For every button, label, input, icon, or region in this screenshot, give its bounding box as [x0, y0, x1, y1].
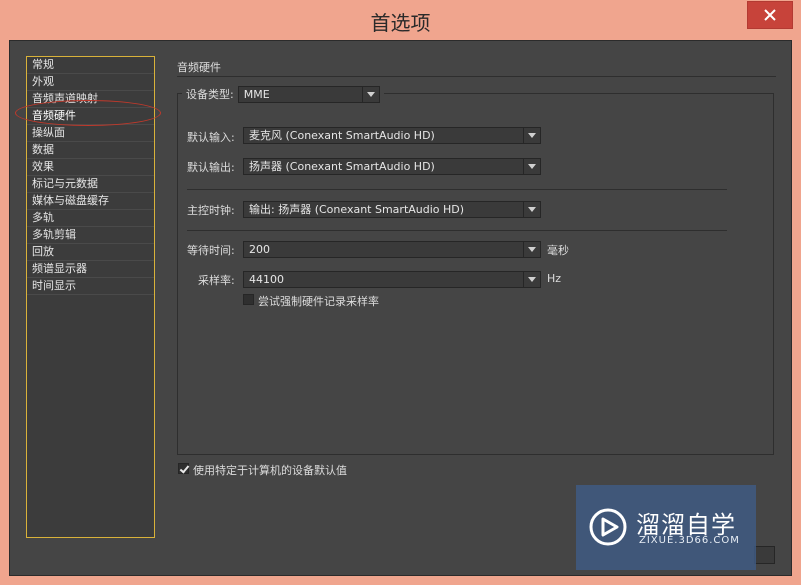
sample-rate-select[interactable]: 44100 [243, 271, 541, 288]
master-clock-value: 输出: 扬声器 (Conexant SmartAudio HD) [249, 203, 465, 216]
title-bar: 首选项 [0, 0, 801, 40]
sidebar-item-multitrack[interactable]: 多轨 [27, 210, 154, 227]
master-clock-label: 主控时钟: [187, 204, 235, 217]
latency-select[interactable]: 200 [243, 241, 541, 258]
sidebar-item-spectral-display[interactable]: 频谱显示器 [27, 261, 154, 278]
sidebar-item-audio-channel-mapping[interactable]: 音频声道映射 [27, 91, 154, 108]
use-defaults-checkbox[interactable] [178, 463, 189, 474]
chevron-down-icon [523, 202, 540, 217]
chevron-down-icon [523, 242, 540, 257]
sidebar-item-effects[interactable]: 效果 [27, 159, 154, 176]
default-input-select[interactable]: 麦克风 (Conexant SmartAudio HD) [243, 127, 541, 144]
sample-rate-unit: Hz [547, 272, 562, 285]
sample-rate-label: 采样率: [198, 274, 235, 287]
chevron-down-icon [523, 272, 540, 287]
latency-unit: 毫秒 [547, 244, 569, 257]
default-output-value: 扬声器 (Conexant SmartAudio HD) [249, 160, 435, 173]
device-type-select[interactable]: MME [237, 85, 380, 103]
group-divider [187, 189, 727, 190]
group-divider [187, 230, 727, 231]
section-divider [177, 76, 776, 77]
sample-rate-value: 44100 [249, 273, 284, 286]
latency-value: 200 [249, 243, 270, 256]
close-button[interactable] [747, 1, 793, 29]
window-title: 首选项 [370, 11, 431, 35]
default-input-label: 默认输入: [187, 131, 235, 144]
sidebar-item-time-display[interactable]: 时间显示 [27, 278, 154, 295]
sidebar-item-audio-hardware[interactable]: 音频硬件 [27, 108, 154, 125]
play-logo-icon [589, 508, 627, 546]
sidebar-item-appearance[interactable]: 外观 [27, 74, 154, 91]
close-icon [764, 9, 776, 21]
force-sample-rate-checkbox[interactable] [243, 294, 254, 305]
sidebar-item-multitrack-clips[interactable]: 多轨剪辑 [27, 227, 154, 244]
sidebar-item-playback[interactable]: 回放 [27, 244, 154, 261]
use-defaults-label: 使用特定于计算机的设备默认值 [193, 464, 347, 477]
device-type-label: 设备类型: [186, 88, 234, 101]
sidebar-item-data[interactable]: 数据 [27, 142, 154, 159]
sidebar-item-control-surface[interactable]: 操纵面 [27, 125, 154, 142]
dialog-button[interactable] [754, 546, 775, 564]
chevron-down-icon [523, 159, 540, 174]
master-clock-select[interactable]: 输出: 扬声器 (Conexant SmartAudio HD) [243, 201, 541, 218]
chevron-down-icon [523, 128, 540, 143]
chevron-down-icon [361, 86, 379, 102]
sidebar-item-media-disk-cache[interactable]: 媒体与磁盘缓存 [27, 193, 154, 210]
watermark-url: ZIXUE.3D66.COM [639, 535, 740, 546]
device-type-legend: 设备类型: MME [182, 85, 384, 103]
sidebar-item-markers-metadata[interactable]: 标记与元数据 [27, 176, 154, 193]
category-list[interactable]: 常规 外观 音频声道映射 音频硬件 操纵面 数据 效果 标记与元数据 媒体与磁盘… [26, 56, 155, 538]
default-input-value: 麦克风 (Conexant SmartAudio HD) [249, 129, 435, 142]
default-output-label: 默认输出: [187, 161, 235, 174]
watermark: 溜溜自学 ZIXUE.3D66.COM [576, 485, 756, 570]
device-type-value: MME [243, 87, 270, 101]
section-title: 音频硬件 [177, 61, 221, 74]
default-output-select[interactable]: 扬声器 (Conexant SmartAudio HD) [243, 158, 541, 175]
latency-label: 等待时间: [187, 244, 235, 257]
force-sample-rate-label: 尝试强制硬件记录采样率 [258, 295, 379, 308]
sidebar-item-general[interactable]: 常规 [27, 57, 154, 74]
